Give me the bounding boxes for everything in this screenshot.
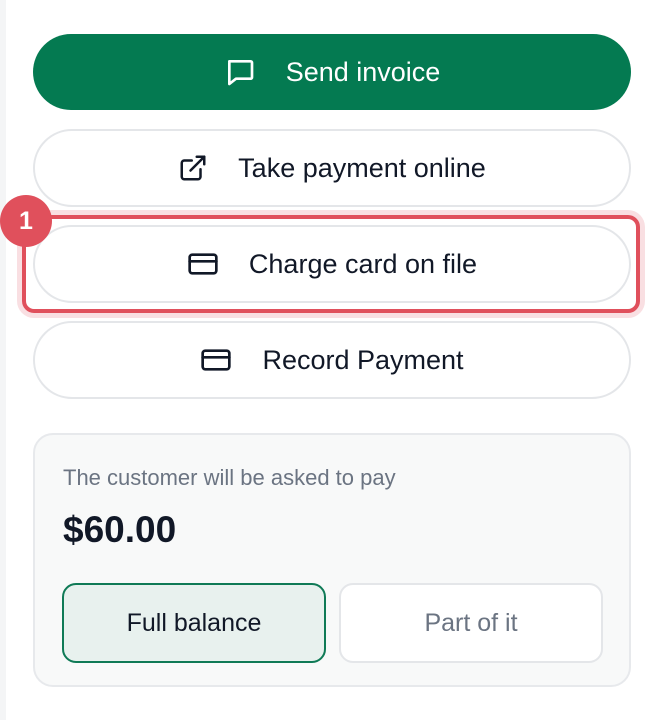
record-payment-label: Record Payment — [262, 344, 464, 375]
message-square-icon — [224, 56, 256, 88]
charge-card-on-file-button[interactable]: Charge card on file — [33, 225, 631, 303]
step-badge: 1 — [0, 195, 52, 247]
record-payment-button[interactable]: Record Payment — [33, 321, 631, 399]
take-payment-online-button[interactable]: Take payment online — [33, 129, 631, 207]
payment-note: The customer will be asked to pay — [63, 465, 396, 490]
credit-card-icon — [187, 248, 219, 280]
left-edge-divider — [0, 0, 6, 720]
credit-card-icon — [200, 344, 232, 376]
part-of-it-option[interactable]: Part of it — [339, 583, 603, 663]
payment-amount-panel: The customer will be asked to pay $60.00… — [33, 433, 631, 687]
payment-amount: $60.00 — [63, 509, 177, 550]
charge-card-on-file-label: Charge card on file — [248, 248, 478, 279]
send-invoice-button[interactable]: Send invoice — [33, 34, 631, 110]
take-payment-online-label: Take payment online — [238, 152, 486, 183]
full-balance-option[interactable]: Full balance — [62, 583, 326, 663]
send-invoice-label: Send invoice — [285, 56, 441, 87]
external-link-icon — [178, 153, 208, 183]
